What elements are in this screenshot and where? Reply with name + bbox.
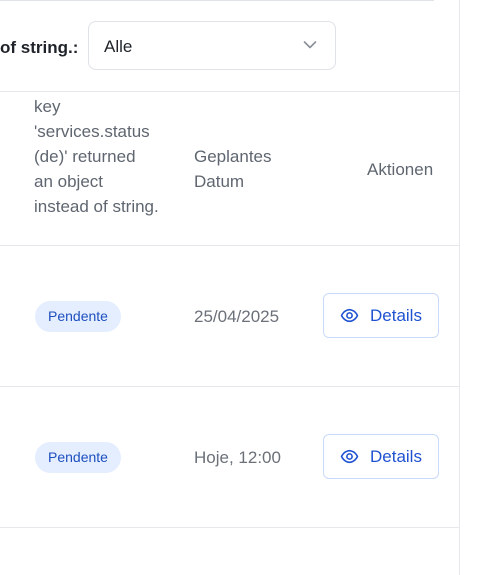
column-header-status: key 'services.status (de)' returned an o… xyxy=(34,97,159,216)
divider xyxy=(0,91,459,92)
status-badge: Pendente xyxy=(35,301,121,332)
status-badge: Pendente xyxy=(35,442,121,473)
eye-icon xyxy=(340,449,359,464)
divider xyxy=(0,386,459,387)
details-button[interactable]: Details xyxy=(323,434,439,479)
status-filter-select[interactable]: Alle xyxy=(88,21,336,70)
select-value: Alle xyxy=(104,37,133,56)
details-button[interactable]: Details xyxy=(323,293,439,338)
divider xyxy=(0,527,459,528)
scheduled-date: 25/04/2025 xyxy=(194,307,280,326)
content-panel: of string.: Alle key 'services.status (d… xyxy=(0,0,460,575)
filter-label: of string.: xyxy=(0,38,79,57)
details-button-label: Details xyxy=(370,447,422,466)
column-header-actions: Aktionen xyxy=(367,160,434,179)
divider xyxy=(0,245,459,246)
eye-icon xyxy=(340,308,359,323)
page: of string.: Alle key 'services.status (d… xyxy=(0,0,484,575)
top-divider xyxy=(0,0,434,1)
chevron-down-icon xyxy=(303,41,317,49)
scheduled-date: Hoje, 12:00 xyxy=(194,448,281,467)
details-button-label: Details xyxy=(370,306,422,325)
column-header-date: Geplantes Datum xyxy=(194,147,272,191)
